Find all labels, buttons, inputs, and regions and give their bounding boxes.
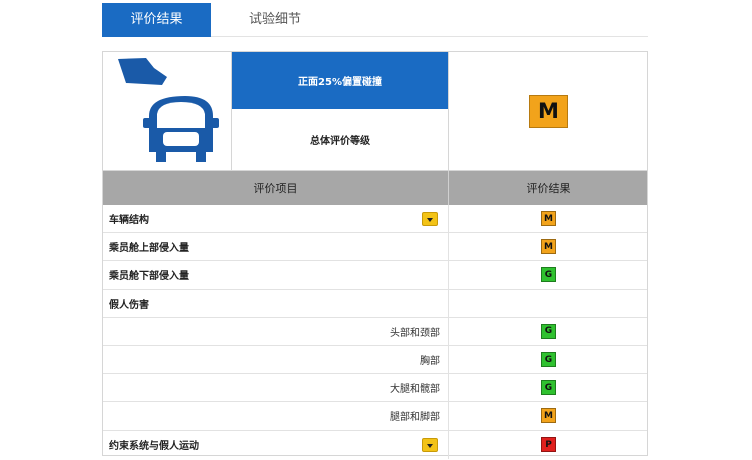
rating-badge: M <box>541 211 556 227</box>
rating-badge: M <box>541 408 556 424</box>
evaluation-panel: 正面25%偏置碰撞 总体评价等级 M 评价项目 评价结果 车辆结构 M 乘员舱上部侵… <box>102 51 648 459</box>
overall-rating-label: 总体评价等级 <box>310 136 370 147</box>
item-cell: 乘员舱下部侵入量 <box>103 261 449 289</box>
item-label: 腿部和脚部 <box>390 412 440 424</box>
item-cell: 乘员舱上部侵入量 <box>103 233 449 261</box>
item-cell: 大腿和髋部 <box>103 374 449 402</box>
chevron-down-icon <box>427 443 433 448</box>
rating-badge: G <box>541 352 556 368</box>
tab-test-details[interactable]: 试验细节 <box>220 3 330 37</box>
overall-rating-badge: M <box>529 94 568 128</box>
item-cell: 头部和颈部 <box>103 317 449 345</box>
result-cell: M <box>450 402 647 429</box>
result-cell <box>450 290 647 317</box>
overall-rating-cell: M <box>450 52 647 170</box>
column-header-result: 评价结果 <box>526 182 571 195</box>
item-cell: 胸部 <box>103 345 449 374</box>
test-info-cell: 正面25%偏置碰撞 总体评价等级 <box>232 52 449 170</box>
result-cell: G <box>450 261 647 288</box>
table-row: 假人伤害 <box>103 289 647 318</box>
tab-evaluation-result[interactable]: 评价结果 <box>102 3 211 37</box>
test-name: 正面25%偏置碰撞 <box>232 52 448 109</box>
rating-badge: G <box>541 380 556 396</box>
item-label: 约束系统与假人运动 <box>109 441 199 453</box>
table-row: 车辆结构 M <box>103 205 647 234</box>
item-label: 胸部 <box>420 356 440 368</box>
expand-toggle-button[interactable] <box>422 212 438 226</box>
table-row: 乘员舱上部侵入量 M <box>103 233 647 262</box>
item-cell: 约束系统与假人运动 <box>103 430 449 459</box>
item-label: 乘员舱上部侵入量 <box>109 243 189 255</box>
item-label: 大腿和髋部 <box>390 384 440 396</box>
rating-badge: G <box>541 267 556 283</box>
item-cell: 车辆结构 <box>103 205 449 233</box>
item-cell: 假人伤害 <box>103 289 449 317</box>
rating-badge: M <box>541 239 556 255</box>
table-row: 头部和颈部 G <box>103 317 647 346</box>
item-label: 乘员舱下部侵入量 <box>109 271 189 283</box>
table-row: 胸部 G <box>103 345 647 375</box>
result-cell: P <box>450 431 647 459</box>
car-illustration-cell <box>103 52 232 170</box>
table-header: 评价项目 评价结果 <box>103 170 647 206</box>
result-cell: G <box>450 318 647 345</box>
table-row: 乘员舱下部侵入量 G <box>103 261 647 290</box>
expand-toggle-button[interactable] <box>422 437 438 452</box>
result-cell: M <box>450 233 647 260</box>
rating-badge: P <box>541 437 556 453</box>
result-cell: G <box>450 346 647 373</box>
summary-section: 正面25%偏置碰撞 总体评价等级 M <box>103 52 647 170</box>
item-label: 车辆结构 <box>109 215 149 227</box>
chevron-down-icon <box>427 218 433 222</box>
column-header-item: 评价项目 <box>103 171 449 206</box>
evaluation-rows: 车辆结构 M 乘员舱上部侵入量 M 乘员舱下部侵入量 G 假人伤害 头部和颈部 G 胸部 G 大腿和髋… <box>103 205 647 459</box>
result-cell: M <box>450 205 647 232</box>
item-label: 头部和颈部 <box>390 327 440 339</box>
item-label: 假人伤害 <box>109 299 149 311</box>
table-row: 大腿和髋部 G <box>103 374 647 403</box>
result-tabs: 评价结果 试验细节 <box>102 3 648 37</box>
car-front-offset-barrier-icon <box>118 58 219 162</box>
table-row: 约束系统与假人运动 P <box>103 430 647 459</box>
rating-badge: G <box>541 323 556 339</box>
item-cell: 腿部和脚部 <box>103 402 449 430</box>
result-cell: G <box>450 374 647 401</box>
table-row: 腿部和脚部 M <box>103 402 647 431</box>
